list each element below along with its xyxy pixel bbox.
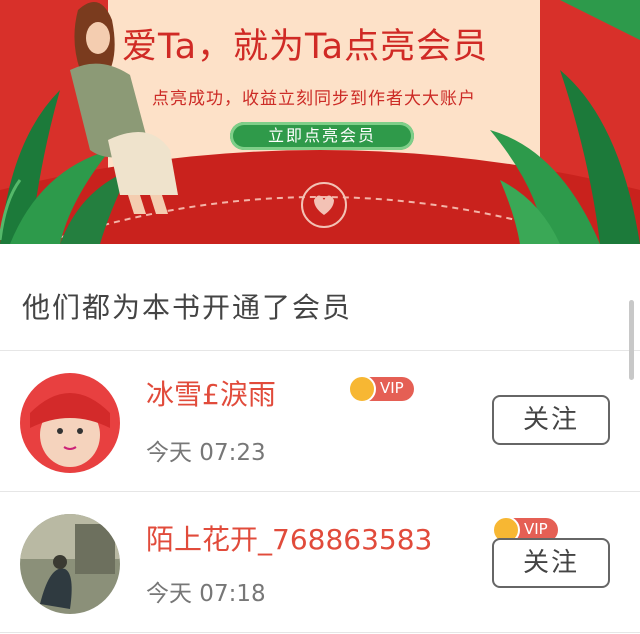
vip-badge: VIP xyxy=(348,375,414,403)
list-item[interactable]: 冰雪£淚雨 VIP 今天 07:23 关注 xyxy=(0,351,640,491)
baby-photo-avatar-icon xyxy=(20,373,120,473)
banner-subtitle: 点亮成功，收益立刻同步到作者大大账户 xyxy=(152,89,476,109)
scrollbar[interactable] xyxy=(629,300,634,380)
divider xyxy=(0,632,640,633)
avatar[interactable] xyxy=(20,514,120,614)
member-name[interactable]: 陌上花开_768863583 xyxy=(146,518,432,558)
banner-title: 爱Ta，就为Ta点亮会员 xyxy=(122,27,489,67)
promo-banner[interactable]: 爱Ta，就为Ta点亮会员 点亮成功，收益立刻同步到作者大大账户 立即点亮会员 xyxy=(0,0,640,244)
crown-icon xyxy=(348,375,376,403)
member-time: 今天 07:23 xyxy=(146,440,266,466)
section-heading: 他们都为本书开通了会员 xyxy=(22,291,353,324)
follow-button[interactable]: 关注 xyxy=(492,395,610,445)
list-item[interactable]: 陌上花开_768863583 VIP 今天 07:18 关注 xyxy=(0,492,640,632)
avatar[interactable] xyxy=(20,373,120,473)
member-name[interactable]: 冰雪£淚雨 xyxy=(146,373,276,413)
scenery-photo-avatar-icon xyxy=(20,514,120,614)
member-time: 今天 07:18 xyxy=(146,581,266,607)
follow-button[interactable]: 关注 xyxy=(492,538,610,588)
activate-membership-button[interactable]: 立即点亮会员 xyxy=(230,122,414,150)
